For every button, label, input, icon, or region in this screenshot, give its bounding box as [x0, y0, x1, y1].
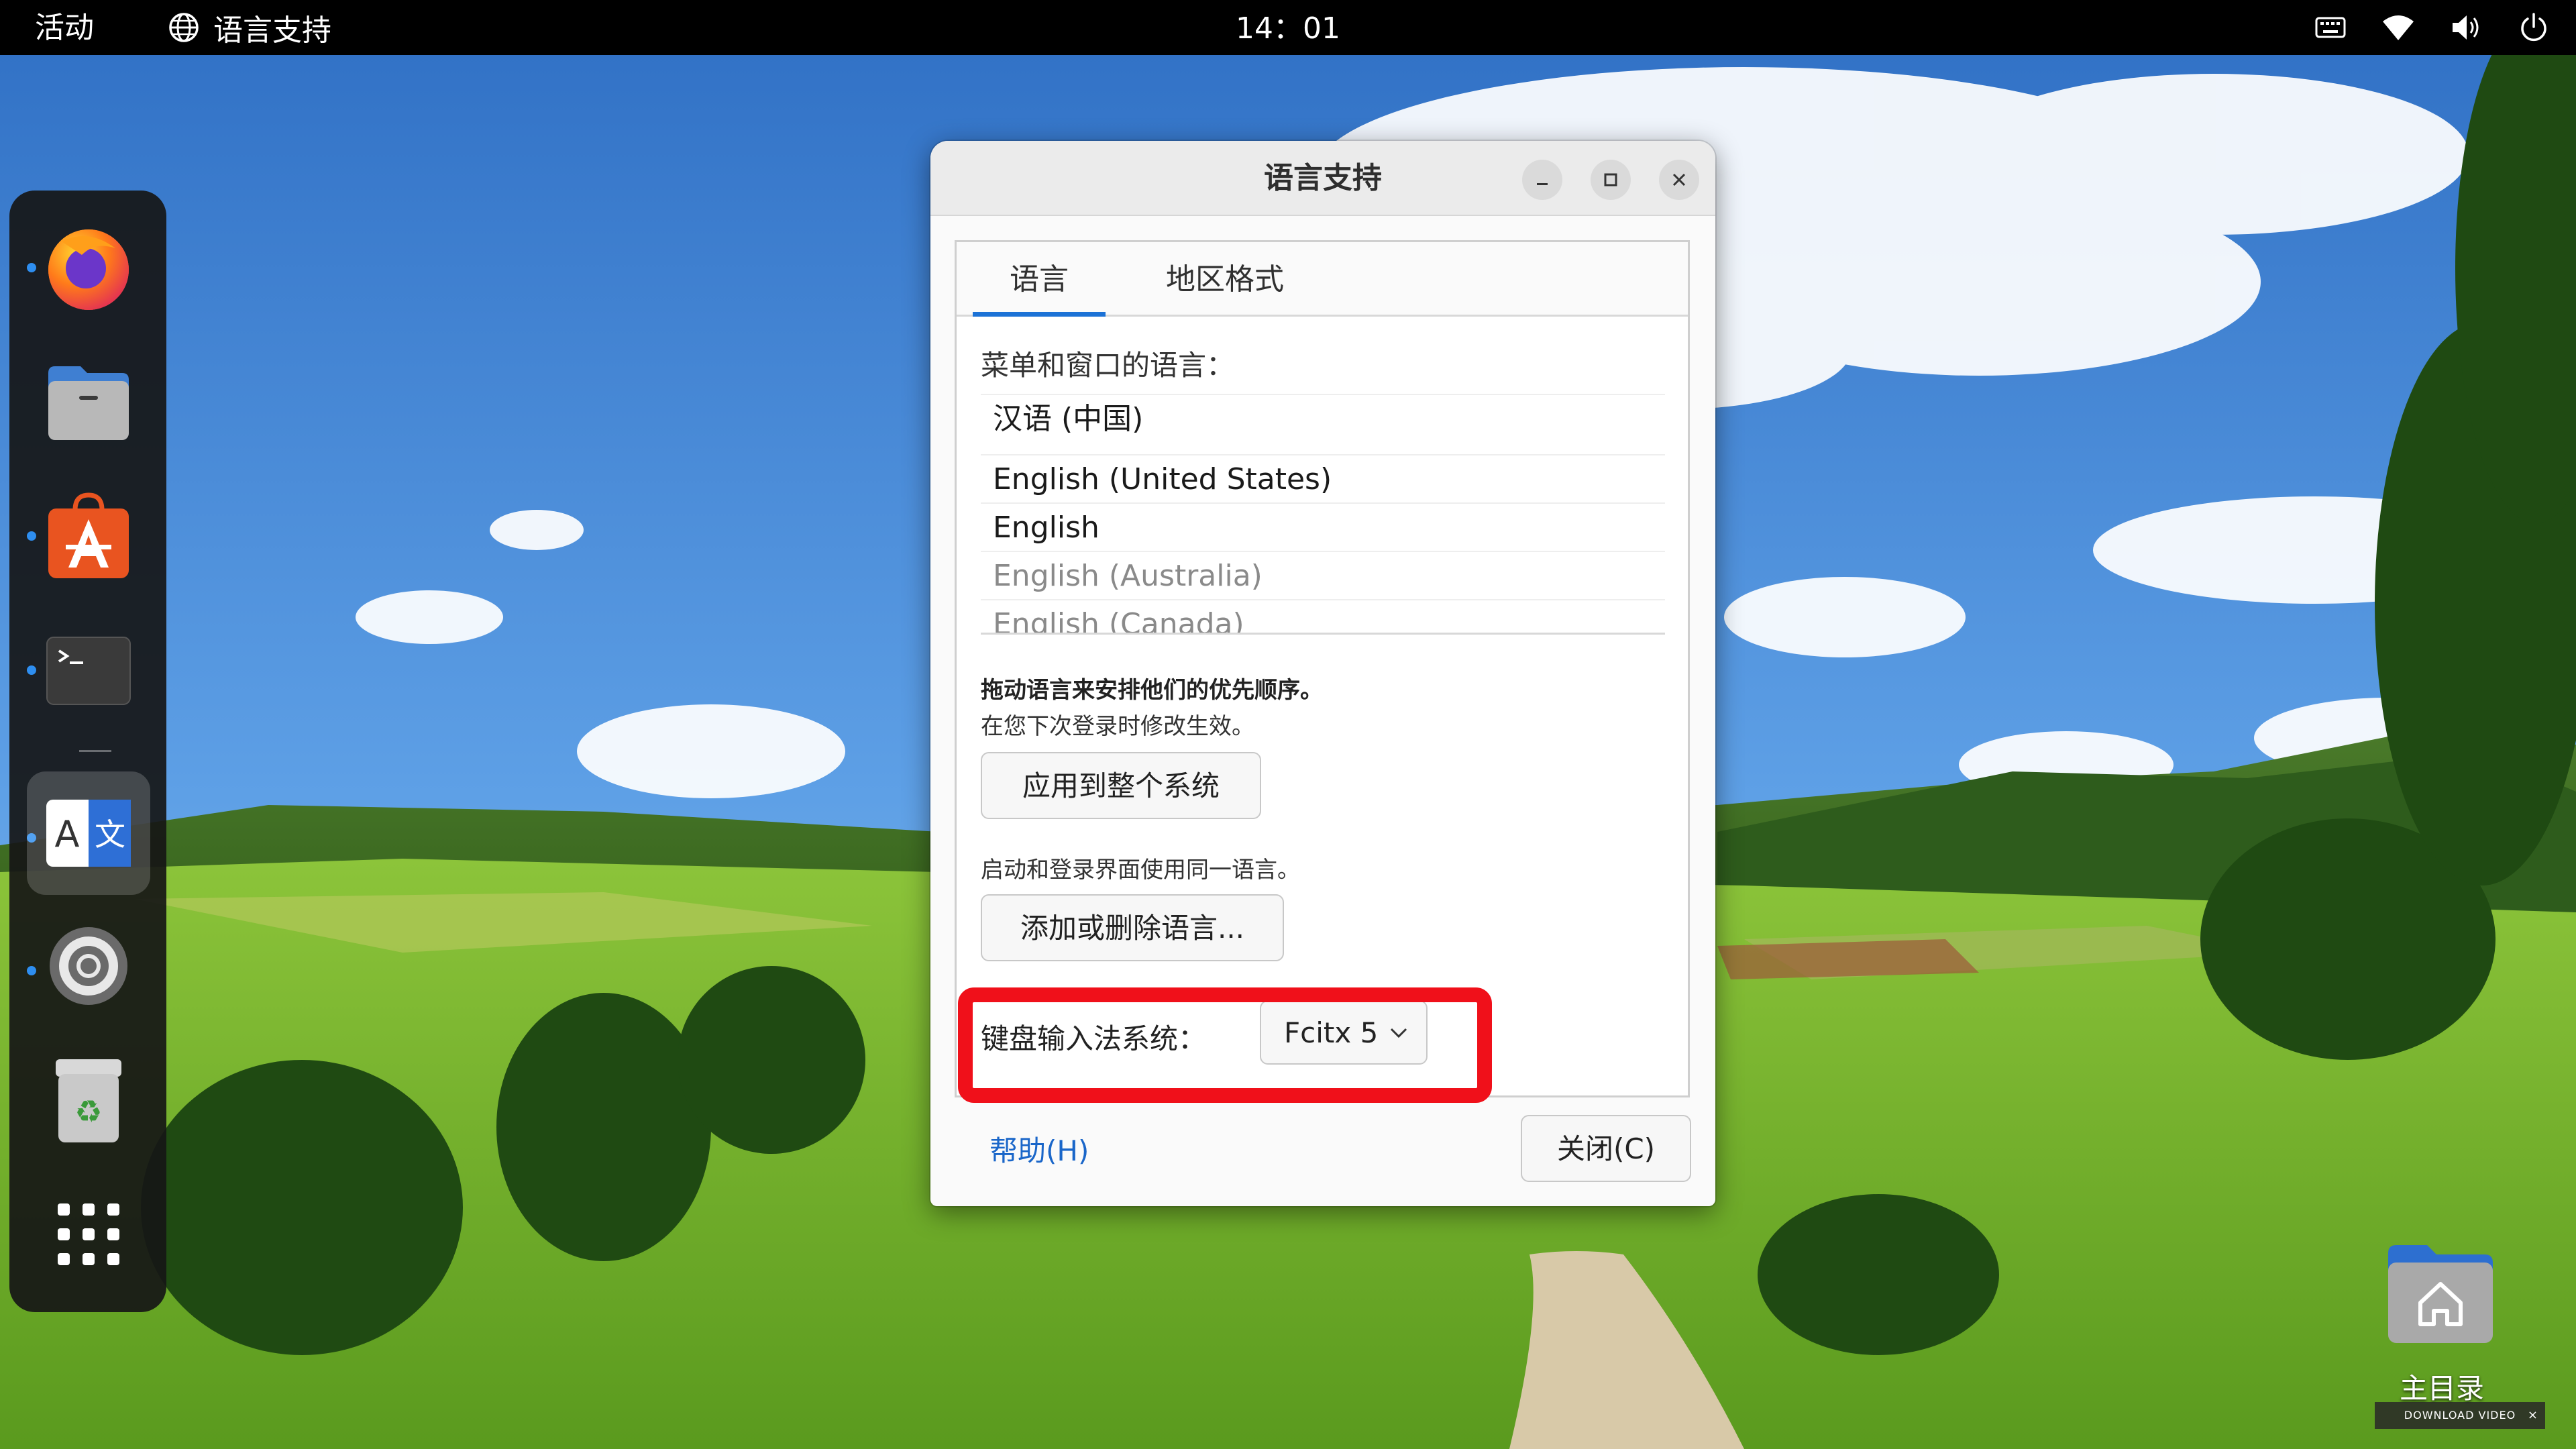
keyboard-icon[interactable] [2314, 14, 2347, 41]
power-icon[interactable] [2518, 12, 2549, 43]
svg-text:A: A [55, 813, 80, 855]
close-button[interactable]: 关闭(C) [1521, 1115, 1691, 1182]
notebook-panel: 语言 地区格式 菜单和窗口的语言： 汉语 (中国) English (Unite… [955, 240, 1690, 1097]
maximize-button[interactable] [1591, 160, 1631, 200]
tab-language[interactable]: 语言 [973, 242, 1106, 317]
close-window-button[interactable] [1659, 160, 1699, 200]
app-store-icon [48, 492, 129, 578]
list-item[interactable]: English [981, 502, 1665, 552]
dialog-titlebar[interactable]: 语言支持 [930, 141, 1715, 216]
dock: A 文 ♻ [9, 191, 166, 1312]
tab-bar: 语言 地区格式 [957, 242, 1688, 317]
watermark-text: DOWNLOAD VIDEO [2404, 1409, 2516, 1421]
dock-app-store[interactable] [27, 475, 150, 598]
dock-settings[interactable] [27, 904, 150, 1028]
tab-regional-formats[interactable]: 地区格式 [1132, 242, 1318, 315]
app-menu[interactable]: 语言支持 [168, 0, 331, 55]
minimize-button[interactable] [1522, 160, 1562, 200]
highlight-box [958, 987, 1492, 1103]
add-remove-languages-button[interactable]: 添加或删除语言... [981, 894, 1284, 961]
language-icon: A 文 [46, 800, 131, 867]
home-folder-label[interactable]: 主目录 [2361, 1366, 2522, 1407]
maximize-icon [1604, 173, 1617, 186]
watermark-badge[interactable]: DOWNLOAD VIDEO × [2375, 1402, 2545, 1429]
menu-language-label: 菜单和窗口的语言： [981, 349, 1235, 382]
dock-separator [79, 750, 111, 752]
dock-language-support[interactable]: A 文 [27, 771, 150, 895]
globe-icon [169, 13, 199, 42]
firefox-icon [48, 229, 129, 310]
app-menu-label: 语言支持 [213, 13, 331, 48]
clock[interactable]: 14：01 [1236, 11, 1340, 46]
help-link[interactable]: 帮助(H) [989, 1128, 1089, 1169]
list-item[interactable]: English (Canada) [981, 599, 1665, 633]
app-grid-icon [58, 1203, 119, 1265]
list-item[interactable]: 汉语 (中国) [981, 394, 1665, 443]
close-icon [1672, 173, 1686, 186]
dock-terminal[interactable] [27, 609, 150, 733]
settings-icon [50, 927, 127, 1005]
files-icon [48, 366, 129, 440]
system-tray[interactable] [2314, 0, 2549, 55]
wifi-icon[interactable] [2381, 13, 2415, 42]
dock-firefox[interactable] [27, 207, 150, 330]
svg-text:文: 文 [95, 816, 125, 853]
trash-icon: ♻ [56, 1059, 121, 1142]
activities-button[interactable]: 活动 [35, 0, 94, 55]
svg-text:♻: ♻ [74, 1093, 102, 1130]
drag-hint: 拖动语言来安排他们的优先顺序。 [981, 677, 1323, 704]
list-item[interactable]: English (United States) [981, 454, 1665, 504]
minimize-icon [1537, 183, 1548, 185]
top-bar: 活动 语言支持 14：01 [0, 0, 2576, 55]
home-folder-icon[interactable] [2383, 1240, 2498, 1347]
apply-system-wide-button[interactable]: 应用到整个系统 [981, 752, 1261, 819]
volume-icon[interactable] [2450, 13, 2483, 42]
language-list[interactable]: 汉语 (中国) English (United States) English … [981, 394, 1665, 635]
dock-files[interactable] [27, 341, 150, 464]
login-screen-hint: 启动和登录界面使用同一语言。 [981, 857, 1300, 883]
dock-trash[interactable]: ♻ [27, 1038, 150, 1162]
watermark-close-icon[interactable]: × [2528, 1402, 2538, 1429]
list-item[interactable]: English (Australia) [981, 551, 1665, 600]
terminal-icon [46, 637, 131, 705]
show-apps-button[interactable] [27, 1173, 150, 1296]
next-login-hint: 在您下次登录时修改生效。 [981, 713, 1254, 740]
